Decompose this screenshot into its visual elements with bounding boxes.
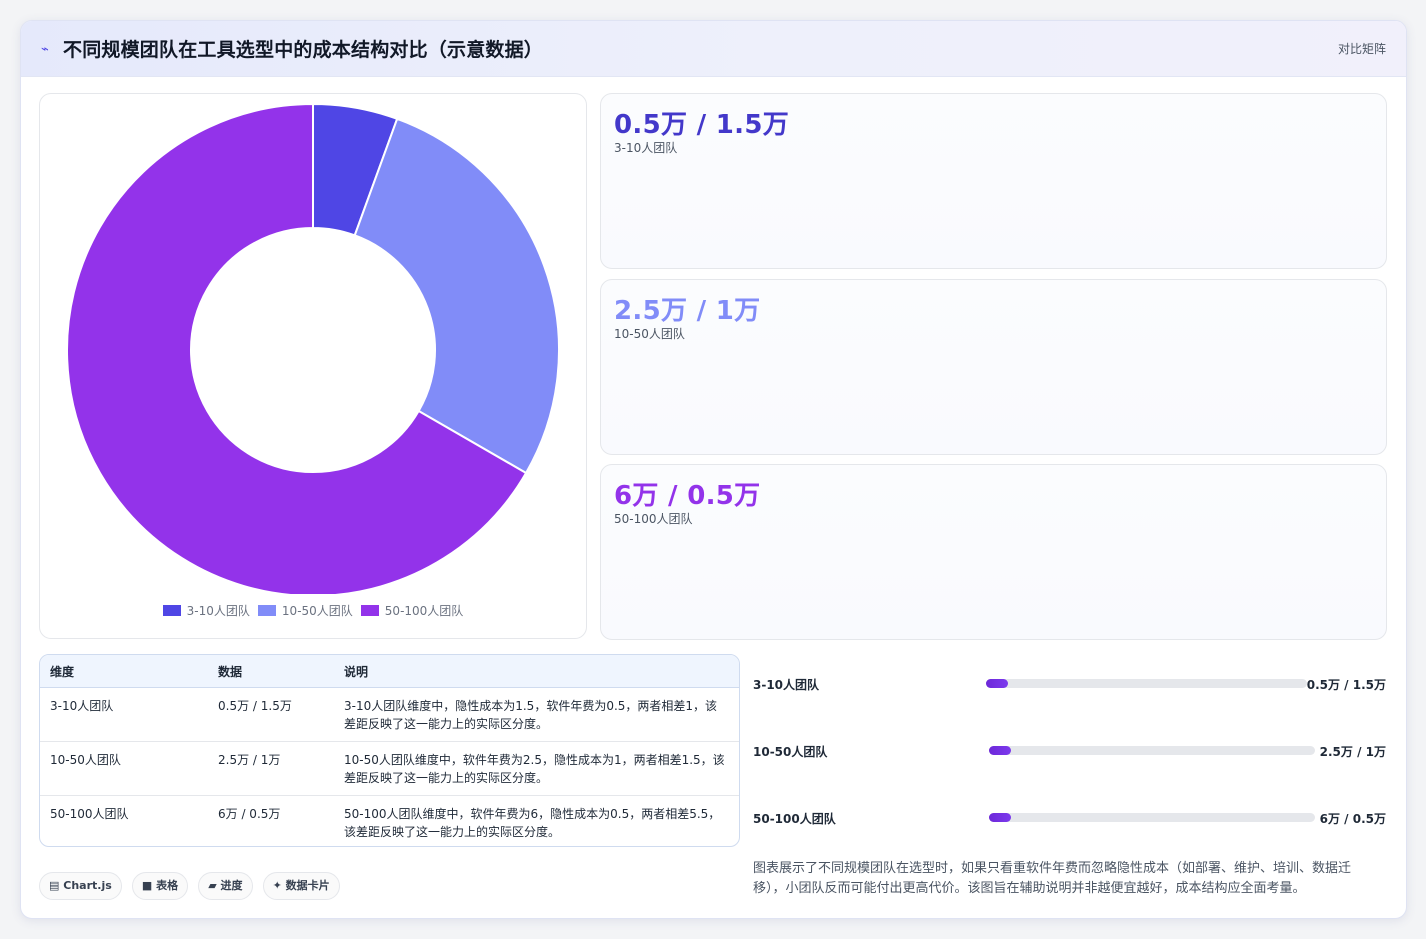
header-tag: 对比矩阵: [1337, 42, 1386, 56]
table-row: 50-100人团队 6万 / 0.5万 50-100人团队维度中，软件年费为6，…: [40, 796, 739, 847]
chart-line-icon: ⌁: [41, 42, 49, 57]
table-icon: ■: [141, 879, 153, 892]
table-row: 3-10人团队 0.5万 / 1.5万 3-10人团队维度中，隐性成本为1.5，…: [40, 687, 739, 742]
legend-item[interactable]: 10-50人团队: [257, 602, 353, 619]
stat-card-value: 2.5万 / 1万: [614, 296, 761, 326]
tag-chips: ▤ Chart.js ■ 表格 ▰ 进度 ✦ 数据卡片: [39, 872, 345, 900]
chip-label: 数据卡片: [285, 879, 330, 892]
progress-value: 6万 / 0.5万: [1319, 812, 1386, 826]
progress-track: [986, 679, 1307, 688]
progress-row: 10-50人团队 2.5万 / 1万: [753, 741, 1386, 761]
card-header: ⌁ 不同规模团队在工具选型中的成本结构对比（示意数据） 对比矩阵: [21, 21, 1406, 77]
legend-label: 3-10人团队: [186, 604, 250, 618]
chip-label: 表格: [156, 879, 179, 892]
table-header-description: 说明: [334, 655, 739, 688]
stat-card-label: 3-10人团队: [614, 141, 678, 155]
sparkle-icon: ✦: [272, 879, 282, 892]
progress-value: 2.5万 / 1万: [1319, 745, 1386, 759]
stat-card-label: 10-50人团队: [614, 327, 685, 341]
progress-row: 3-10人团队 0.5万 / 1.5万: [753, 674, 1386, 694]
chart-icon: ▤: [49, 879, 60, 892]
table-header-data: 数据: [208, 655, 334, 688]
legend-swatch: [360, 605, 379, 616]
donut-chart: [66, 102, 560, 594]
chip-label: 进度: [220, 879, 243, 892]
stat-card: 0.5万 / 1.5万 3-10人团队: [600, 93, 1387, 269]
table-cell: 10-50人团队维度中，软件年费为2.5，隐性成本为1，两者相差1.5，该差距反…: [334, 741, 739, 796]
comparison-table: 维度 数据 说明 3-10人团队 0.5万 / 1.5万 3-10人团队维度中，…: [39, 654, 740, 847]
progress-track: [989, 746, 1315, 755]
chart-note: 图表展示了不同规模团队在选型时，如果只看重软件年费而忽略隐性成本（如部署、维护、…: [753, 861, 1352, 896]
legend-label: 50-100人团队: [384, 604, 464, 618]
legend-swatch: [257, 605, 276, 616]
table-cell: 6万 / 0.5万: [218, 807, 281, 821]
progress-fill: [989, 746, 1011, 755]
progress-label: 10-50人团队: [753, 745, 828, 759]
legend-item[interactable]: 50-100人团队: [360, 602, 464, 619]
table-cell: 2.5万 / 1万: [208, 741, 334, 796]
stat-card: 6万 / 0.5万 50-100人团队: [600, 464, 1387, 640]
main-card: ⌁ 不同规模团队在工具选型中的成本结构对比（示意数据） 对比矩阵 3-10人团队…: [20, 20, 1407, 919]
table-cell: 10-50人团队: [40, 741, 208, 796]
stat-card: 2.5万 / 1万 10-50人团队: [600, 279, 1387, 455]
stat-card-label: 50-100人团队: [614, 512, 693, 526]
progress-icon: ▰: [208, 879, 217, 892]
progress-fill: [989, 813, 1011, 822]
chip-table: ■ 表格: [131, 872, 189, 900]
legend-swatch: [162, 605, 181, 616]
legend-label: 10-50人团队: [281, 604, 353, 618]
page-title: 不同规模团队在工具选型中的成本结构对比（示意数据）: [63, 39, 544, 61]
progress-label: 3-10人团队: [753, 678, 820, 692]
progress-fill: [986, 679, 1008, 688]
table-cell: 3-10人团队维度中，隐性成本为1.5，软件年费为0.5，两者相差1，该差距反映…: [334, 687, 739, 742]
legend-item[interactable]: 3-10人团队: [162, 602, 250, 619]
donut-slice[interactable]: [353, 117, 560, 475]
chip-label: Chart.js: [63, 879, 112, 892]
chip-data-card: ✦ 数据卡片: [262, 872, 340, 900]
progress-track: [989, 813, 1315, 822]
progress-label: 50-100人团队: [753, 812, 836, 826]
table-cell: 3-10人团队: [40, 687, 208, 742]
stat-card-value: 0.5万 / 1.5万: [614, 110, 790, 140]
progress-value: 0.5万 / 1.5万: [1306, 678, 1386, 692]
progress-row: 50-100人团队 6万 / 0.5万: [753, 808, 1386, 828]
stat-card-value: 6万 / 0.5万: [614, 481, 761, 511]
table-cell: 50-100人团队维度中，软件年费为6，隐性成本为0.5，两者相差5.5，该差距…: [344, 807, 721, 839]
chip-chartjs: ▤ Chart.js: [39, 872, 122, 900]
table-header-dimension: 维度: [40, 655, 208, 688]
chip-progress: ▰ 进度: [198, 872, 253, 900]
donut-chart-panel: 3-10人团队 10-50人团队 50-100人团队: [39, 93, 587, 639]
chart-legend: 3-10人团队 10-50人团队 50-100人团队: [40, 602, 586, 619]
table-header-row: 维度 数据 说明: [40, 655, 739, 688]
table-row: 10-50人团队 2.5万 / 1万 10-50人团队维度中，软件年费为2.5，…: [40, 741, 739, 796]
table-cell: 50-100人团队: [50, 807, 129, 821]
table-cell: 0.5万 / 1.5万: [208, 687, 334, 742]
